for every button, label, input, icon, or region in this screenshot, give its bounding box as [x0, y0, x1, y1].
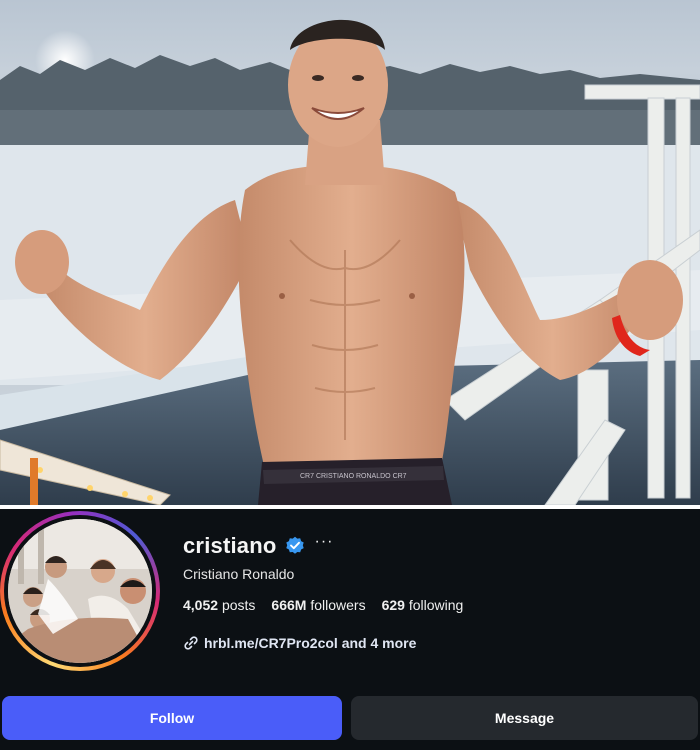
- profile-header: cristiano ··· Cristiano Ronaldo 4,052 po…: [0, 509, 700, 750]
- followers-label: followers: [310, 597, 366, 613]
- message-button[interactable]: Message: [351, 696, 698, 740]
- followers-count: 666M: [271, 597, 307, 613]
- photo-scene: CR7 CRISTIANO RONALDO CR7: [0, 19, 700, 505]
- username: cristiano: [183, 533, 277, 558]
- waistband-text: CR7 CRISTIANO RONALDO CR7: [300, 473, 407, 480]
- story-ring[interactable]: [0, 511, 160, 671]
- followers-stat[interactable]: 666M followers: [271, 597, 365, 613]
- avatar-photo: [8, 519, 152, 663]
- following-stat[interactable]: 629 following: [382, 597, 464, 613]
- bio-link-text[interactable]: hrbl.me/CR7Pro2col and 4 more: [204, 635, 416, 651]
- avatar[interactable]: [8, 519, 152, 663]
- username-row: cristiano ···: [183, 531, 333, 561]
- full-name: Cristiano Ronaldo: [183, 566, 295, 582]
- posts-count: 4,052: [183, 597, 219, 613]
- following-label: following: [408, 597, 464, 613]
- follow-button[interactable]: Follow: [2, 696, 342, 740]
- post-photo: CR7 CRISTIANO RONALDO CR7: [0, 0, 700, 505]
- link-icon: [183, 635, 199, 651]
- posts-stat[interactable]: 4,052 posts: [183, 597, 255, 613]
- more-options-icon[interactable]: ···: [315, 533, 334, 551]
- profile-stats: 4,052 posts 666M followers 629 following: [183, 597, 463, 613]
- verified-badge-icon: [285, 536, 305, 556]
- posts-label: posts: [221, 597, 256, 613]
- bio-link[interactable]: hrbl.me/CR7Pro2col and 4 more: [183, 635, 416, 651]
- following-count: 629: [381, 597, 405, 613]
